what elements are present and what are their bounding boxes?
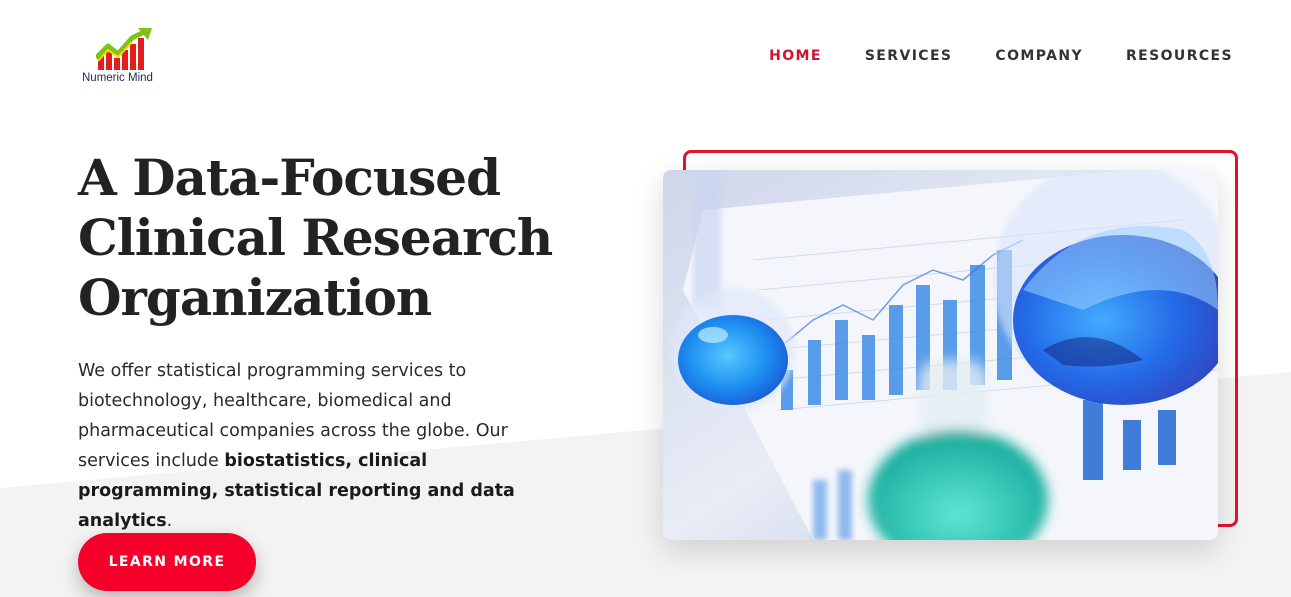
- nav-item-resources[interactable]: RESOURCES: [1126, 48, 1233, 64]
- nav-item-services[interactable]: SERVICES: [865, 48, 953, 64]
- hero-title-line: Organization: [78, 268, 432, 327]
- hero-title-line: Clinical Research: [78, 208, 553, 267]
- main-nav: HOME SERVICES COMPANY RESOURCES: [726, 48, 1233, 64]
- lab-flasks-chart-illustration: [663, 170, 1218, 540]
- hero-description: We offer statistical programming service…: [78, 356, 538, 536]
- rising-chart-arrow-icon: [96, 28, 152, 70]
- hero-title: A Data-Focused Clinical Research Organiz…: [78, 148, 558, 328]
- brand-logo[interactable]: Numeric Mind: [82, 28, 172, 88]
- hero-image: [663, 170, 1218, 540]
- hero-description-end: .: [166, 511, 173, 531]
- nav-item-company[interactable]: COMPANY: [995, 48, 1083, 64]
- hero-title-line: A Data-Focused: [78, 148, 501, 207]
- nav-item-home[interactable]: HOME: [769, 48, 822, 64]
- brand-name: Numeric Mind: [82, 72, 153, 84]
- learn-more-button[interactable]: LEARN MORE: [78, 533, 256, 591]
